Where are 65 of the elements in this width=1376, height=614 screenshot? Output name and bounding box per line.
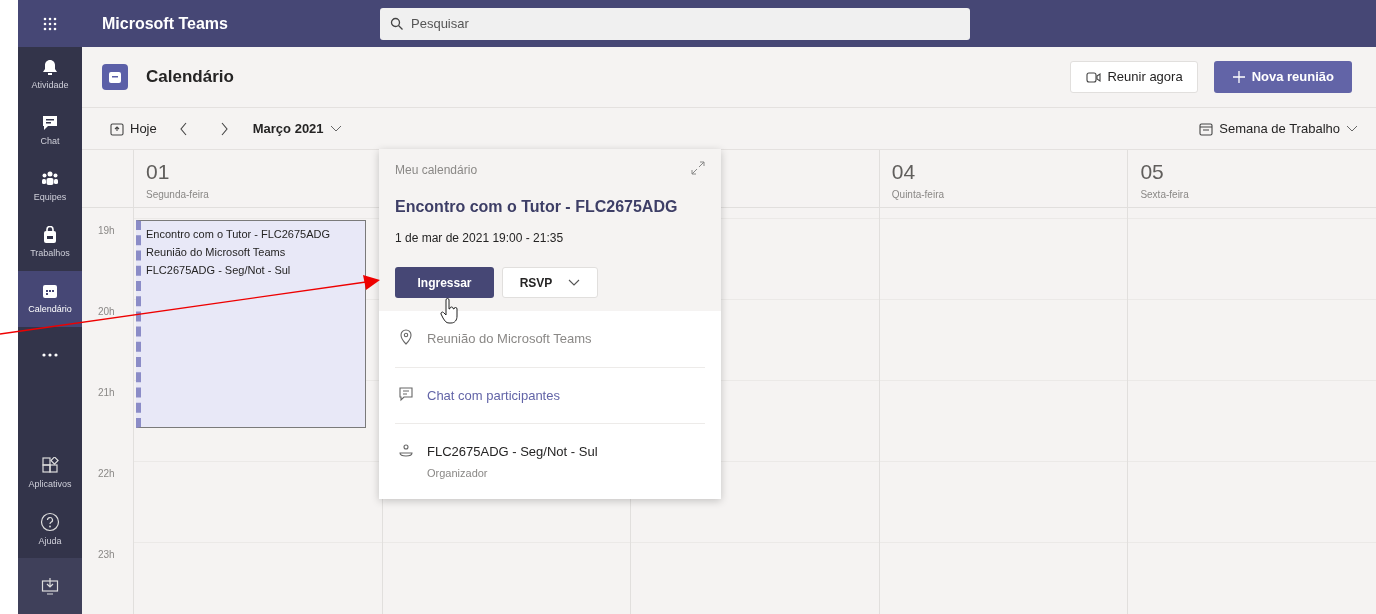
location-pin-icon xyxy=(399,329,413,345)
calendar-tile-icon xyxy=(102,64,128,90)
chevron-down-icon xyxy=(568,279,581,286)
organizer-role: Organizador xyxy=(427,465,489,481)
today-button[interactable]: Hoje xyxy=(110,118,157,139)
rsvp-button[interactable]: RSVP xyxy=(502,267,598,298)
calendar-event[interactable]: Encontro com o Tutor - FLC2675ADG Reunião do Microsoft Teams FLC2675ADG - Seg/Not - Sul xyxy=(136,220,366,428)
apps-icon xyxy=(41,456,59,475)
app-launcher-icon[interactable] xyxy=(43,16,57,31)
calendar-name: Meu calendário xyxy=(395,162,478,179)
month-picker[interactable]: Março 2021 xyxy=(252,118,342,139)
join-button[interactable]: Ingressar xyxy=(395,267,494,298)
chat-icon xyxy=(41,113,59,132)
bell-icon xyxy=(41,57,59,76)
hour-label: 20h xyxy=(98,306,115,317)
sidebar-item[interactable]: Ajuda xyxy=(18,502,82,558)
sidebar-item[interactable] xyxy=(18,558,82,614)
day-number: 04 xyxy=(891,160,917,184)
sidebar-item[interactable]: Atividade xyxy=(18,47,82,103)
sidebar-item[interactable]: Equipes xyxy=(18,159,82,215)
sidebar-item[interactable]: Trabalhos xyxy=(18,215,82,271)
calendar-today-icon xyxy=(110,121,124,136)
chevron-down-icon xyxy=(1346,125,1358,132)
event-time: 1 de mar de 2021 19:00 - 21:35 xyxy=(395,230,565,247)
hand-cursor-icon xyxy=(440,298,460,326)
view-picker[interactable]: Semana de Trabalho xyxy=(1199,118,1358,139)
page-title: Calendário xyxy=(146,66,234,89)
hour-label: 21h xyxy=(98,387,115,398)
new-meeting-button[interactable]: Nova reunião xyxy=(1213,61,1352,93)
chat-icon xyxy=(399,385,413,402)
search-icon xyxy=(390,17,403,30)
weekday-label: Quinta-feira xyxy=(891,188,946,203)
meet-now-button[interactable]: Reunir agora xyxy=(1070,61,1198,93)
event-text: Encontro com o Tutor - FLC2675ADG xyxy=(146,227,332,242)
day-number: 05 xyxy=(1140,160,1165,184)
sidebar-item[interactable]: Calendário xyxy=(18,271,82,327)
weekday-label: Segunda-feira xyxy=(146,188,210,203)
plus-icon xyxy=(1231,70,1246,84)
calendar-week-icon xyxy=(1199,121,1214,136)
person-icon xyxy=(399,442,413,458)
download-icon xyxy=(41,577,59,595)
organizer-name: FLC2675ADG - Seg/Not - Sul xyxy=(427,443,598,461)
hour-label: 23h xyxy=(98,549,115,560)
app-title: Microsoft Teams xyxy=(101,13,229,34)
event-text: Reunião do Microsoft Teams xyxy=(146,245,287,260)
help-icon xyxy=(40,511,60,532)
hour-label: 22h xyxy=(98,468,115,479)
weekday-label: Sexta-feira xyxy=(1140,188,1190,203)
chevron-down-icon xyxy=(329,125,342,132)
search-bar[interactable]: Pesquisar xyxy=(380,7,970,40)
people-icon xyxy=(41,169,59,188)
sidebar-item[interactable]: Chat xyxy=(18,103,82,159)
hour-label: 19h xyxy=(98,225,115,236)
previous-icon[interactable] xyxy=(178,121,188,136)
event-title: Encontro com o Tutor - FLC2675ADG xyxy=(395,197,679,217)
search-field[interactable]: Pesquisar xyxy=(409,12,970,35)
sidebar-item[interactable]: Aplicativos xyxy=(18,446,82,502)
event-text: FLC2675ADG - Seg/Not - Sul xyxy=(146,263,292,278)
chat-link[interactable]: Chat com participantes xyxy=(427,387,560,403)
more-icon xyxy=(41,351,59,359)
day-number: 01 xyxy=(146,160,171,184)
video-camera-icon xyxy=(1085,69,1102,85)
location-text: Reunião do Microsoft Teams xyxy=(427,330,592,348)
next-icon[interactable] xyxy=(219,121,229,136)
expand-icon[interactable] xyxy=(691,161,705,175)
